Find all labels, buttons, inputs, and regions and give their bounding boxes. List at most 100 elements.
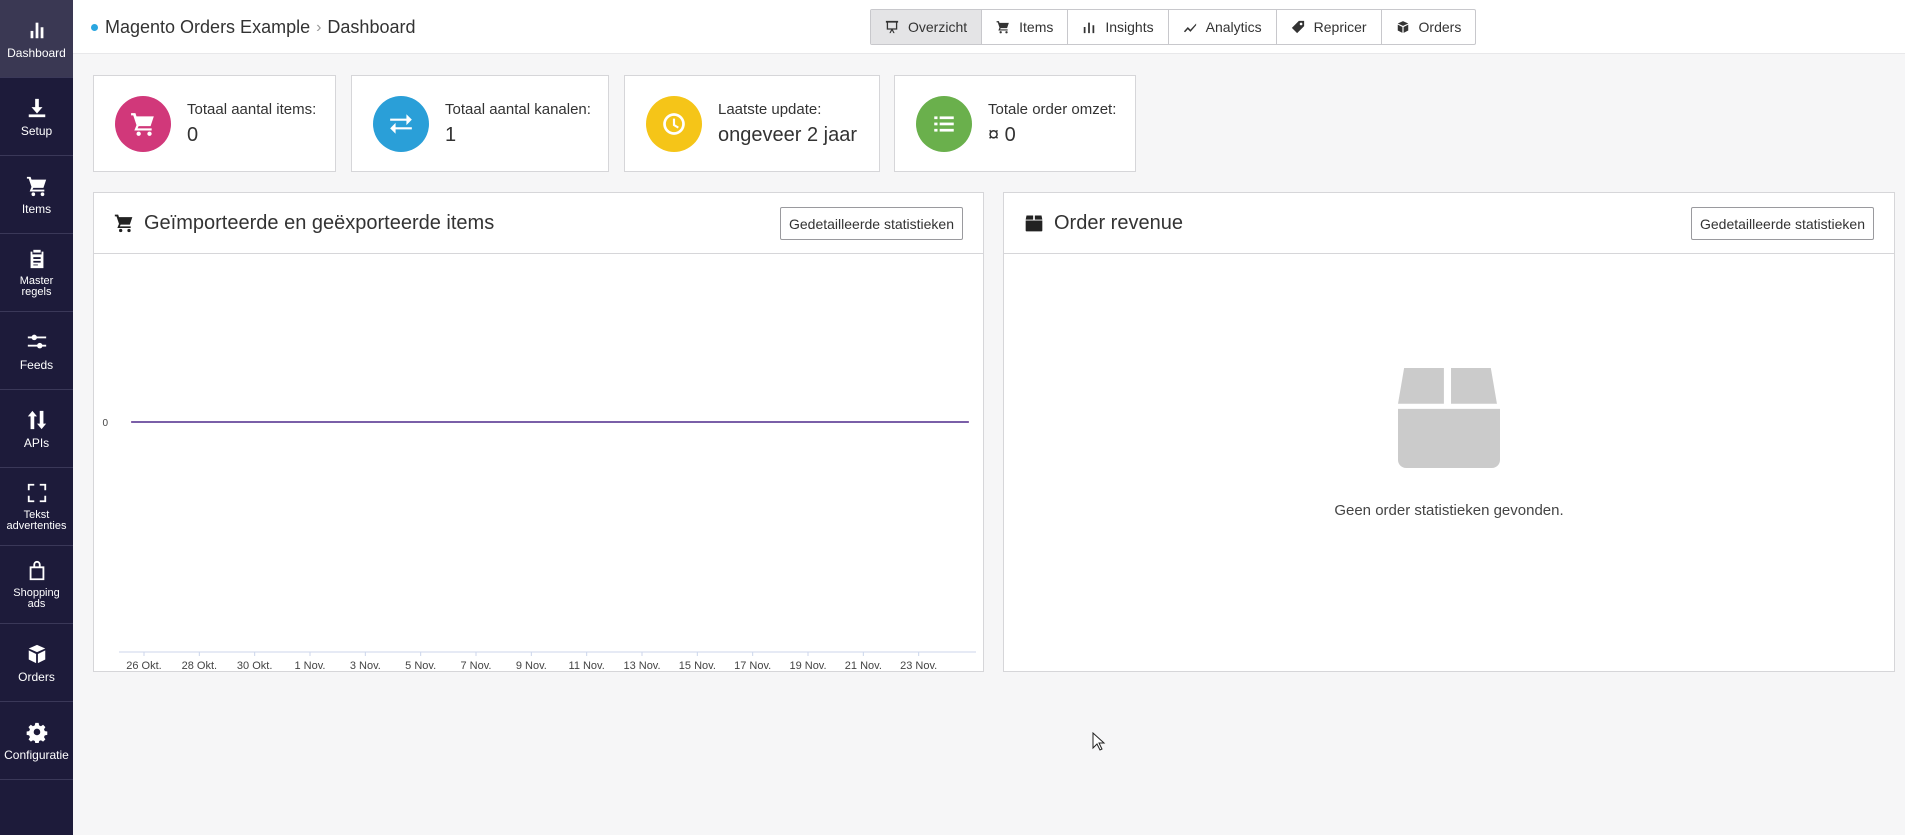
sidebar-item-label: APIs (23, 436, 50, 450)
x-tick-label: 3 Nov. (350, 660, 381, 671)
sidebar-item-dashboard[interactable]: Dashboard (0, 0, 73, 78)
list-icon (934, 115, 954, 132)
y-tick-label: 0 (102, 418, 108, 429)
panel-header: Order revenue Gedetailleerde statistieke… (1004, 193, 1894, 254)
tab-insights[interactable]: Insights (1068, 10, 1169, 44)
items-line-chart: 0 26 Okt. 28 Okt. 30 Okt. 1 Nov. 3 Nov. 5 Nov.… (102, 418, 976, 671)
sidebar-item-apis[interactable]: APIs (0, 390, 73, 468)
breadcrumb: Magento Orders Example › Dashboard (91, 17, 415, 38)
cart-icon (131, 112, 154, 136)
sidebar-item-label: Setup (20, 124, 53, 138)
panel-title: Geïmporteerde en geëxporteerde items (144, 211, 495, 234)
sidebar-item-setup[interactable]: Setup (0, 78, 73, 156)
x-tick-label: 13 Nov. (623, 660, 660, 671)
gear-icon (25, 720, 49, 744)
detailed-stats-button[interactable]: Gedetailleerde statistieken (1691, 207, 1874, 240)
stat-card-kanalen: Totaal aantal kanalen: 1 (351, 75, 609, 172)
x-tick-label: 21 Nov. (845, 660, 882, 671)
stat-card-laatste-update: Laatste update: ongeveer 2 jaar (624, 75, 880, 172)
cart-icon (25, 174, 49, 198)
breadcrumb-project[interactable]: Magento Orders Example (105, 17, 310, 38)
stat-label: Totale order omzet: (988, 100, 1117, 118)
x-tick-label: 19 Nov. (789, 660, 826, 671)
data-point (549, 421, 551, 423)
sidebar-item-feeds[interactable]: Feeds (0, 312, 73, 390)
x-tick-label: 5 Nov. (405, 660, 436, 671)
tab-repricer[interactable]: Repricer (1277, 10, 1382, 44)
data-point (429, 421, 432, 423)
tab-label: Analytics (1205, 19, 1262, 35)
stat-card-order-omzet: Totale order omzet: ¤ 0 (894, 75, 1136, 172)
x-tick-label: 11 Nov. (569, 660, 605, 671)
stat-value: ongeveer 2 jaar (718, 123, 857, 146)
box-icon (1397, 21, 1408, 33)
presentation-icon (885, 20, 899, 34)
data-point (190, 421, 193, 423)
panel-title: Order revenue (1054, 211, 1183, 234)
data-point (489, 421, 492, 423)
sidebar-item-label: Shopping ads (13, 587, 60, 610)
clipboard-icon (25, 247, 49, 271)
sidebar-item-label: Items (21, 202, 52, 216)
data-point (668, 421, 671, 423)
sidebar-item-configuratie[interactable]: Configuratie (0, 702, 73, 780)
stat-icon-circle (373, 95, 429, 152)
sidebar-item-items[interactable]: Items (0, 156, 73, 234)
detailed-stats-button[interactable]: Gedetailleerde statistieken (780, 207, 963, 240)
top-nav: Overzicht Items Insights Analytics Repri… (870, 9, 1477, 45)
box-icon (25, 642, 49, 666)
tab-label: Repricer (1313, 19, 1367, 35)
box-icon (1024, 212, 1046, 234)
x-tick-label: 15 Nov. (679, 660, 716, 671)
data-point (608, 421, 611, 423)
bar-chart-icon (25, 18, 49, 42)
items-chart-panel: Geïmporteerde en geëxporteerde items Ged… (93, 192, 984, 672)
x-tick-label: 26 Okt. (126, 660, 161, 671)
tab-items[interactable]: Items (982, 10, 1069, 44)
stat-value: 1 (445, 123, 457, 146)
box-icon (1398, 368, 1500, 468)
x-tick-label: 7 Nov. (461, 660, 492, 671)
x-tick-label: 28 Okt. (182, 660, 217, 671)
download-icon (25, 96, 49, 120)
exchange-icon (390, 113, 412, 134)
empty-message: Geen order statistieken gevonden. (1334, 502, 1564, 519)
bar-chart-icon (1084, 22, 1095, 34)
stat-card-items: Totaal aantal items: 0 (93, 75, 336, 172)
x-tick-label: 23 Nov. (900, 660, 937, 671)
stat-value: 0 (187, 123, 199, 146)
status-dot-icon (91, 24, 98, 31)
data-point (787, 421, 790, 423)
tab-analytics[interactable]: Analytics (1169, 10, 1277, 44)
tab-orders[interactable]: Orders (1382, 10, 1476, 44)
breadcrumb-page: Dashboard (327, 17, 416, 37)
sidebar-item-label: Orders (18, 670, 55, 684)
sliders-icon (25, 330, 49, 354)
data-point (369, 421, 372, 423)
sidebar-item-label: Tekst advertenties (6, 509, 67, 532)
tab-label: Items (1019, 19, 1054, 35)
clock-icon (663, 112, 685, 135)
x-tick-label: 30 Okt. (237, 660, 272, 671)
empty-state: Geen order statistieken gevonden. (1004, 254, 1894, 671)
line-chart-icon (1183, 23, 1196, 33)
sidebar-item-orders[interactable]: Orders (0, 624, 73, 702)
data-point (310, 421, 313, 423)
data-point (907, 421, 910, 423)
stat-icon-circle (916, 95, 972, 152)
data-point (967, 421, 969, 423)
data-point (847, 421, 850, 423)
panel-header: Geïmporteerde en geëxporteerde items Ged… (94, 193, 983, 254)
data-point (131, 421, 133, 423)
data-point (250, 421, 253, 423)
sidebar-item-master-regels[interactable]: Master regels (0, 234, 73, 312)
sidebar-item-tekst-advertenties[interactable]: Tekst advertenties (0, 468, 73, 546)
stat-icon-circle (115, 95, 171, 152)
x-tick-label: 1 Nov. (295, 660, 326, 671)
sidebar-item-label: Feeds (19, 358, 54, 372)
x-tick-label: 9 Nov. (516, 660, 547, 671)
stat-icon-circle (646, 95, 702, 152)
sidebar-item-shopping-ads[interactable]: Shopping ads (0, 546, 73, 624)
tab-overzicht[interactable]: Overzicht (871, 10, 983, 44)
sidebar: Dashboard Setup Items Master regels Feed… (0, 0, 73, 835)
